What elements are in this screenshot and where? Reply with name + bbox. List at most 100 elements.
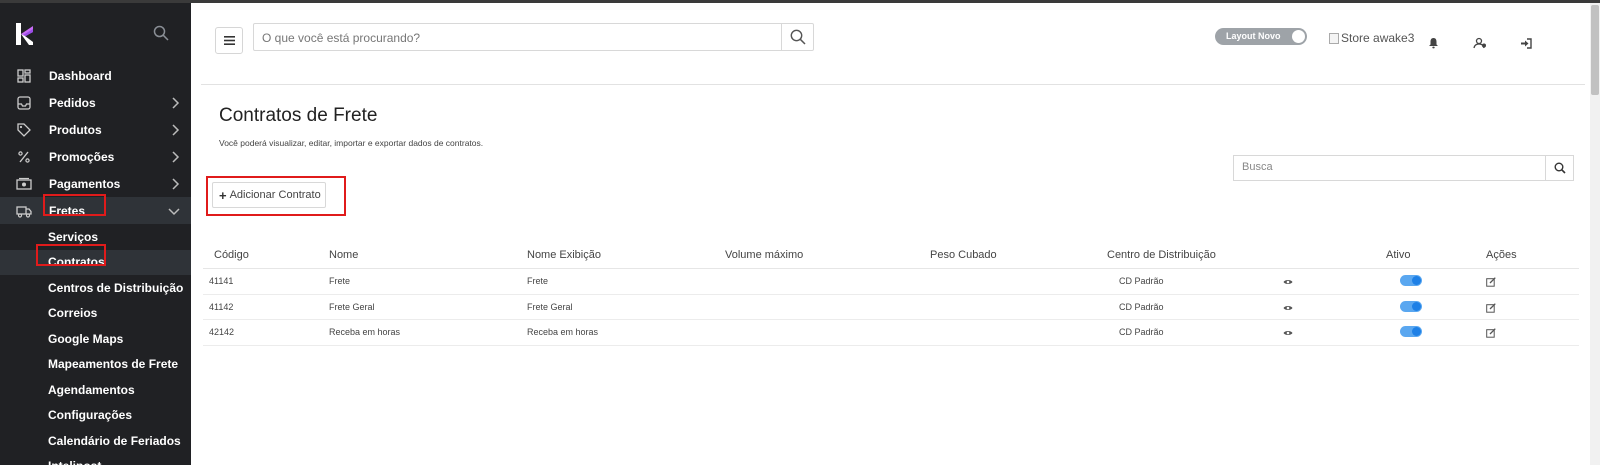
- cell-nome: Frete Geral: [329, 301, 375, 312]
- column-header-centro-distribuicao[interactable]: Centro de Distribuição: [1107, 249, 1216, 261]
- scrollbar-thumb[interactable]: [1591, 5, 1599, 95]
- sidebar-item-label: Dashboard: [49, 68, 112, 83]
- edit-icon[interactable]: [1486, 302, 1496, 313]
- sidebar-item-label: Promoções: [49, 149, 115, 164]
- column-header-peso-cubado[interactable]: Peso Cubado: [930, 249, 997, 261]
- broken-image-icon: [1329, 32, 1339, 44]
- submenu-item-intelipost[interactable]: Intelipost: [0, 454, 191, 465]
- ativo-toggle[interactable]: [1400, 300, 1422, 312]
- column-header-nome[interactable]: Nome: [329, 249, 358, 261]
- submenu-item-calendario-de-feriados[interactable]: Calendário de Feriados: [0, 428, 191, 454]
- chevron-right-icon: [172, 178, 180, 190]
- fretes-submenu: Serviços Contratos Centros de Distribuiç…: [0, 224, 191, 465]
- store-logo-image[interactable]: Store awake3: [1329, 31, 1414, 45]
- submenu-item-centros-de-distribuicao[interactable]: Centros de Distribuição: [0, 275, 191, 301]
- global-search-input[interactable]: [262, 29, 772, 47]
- cell-nome: Frete: [329, 276, 351, 286]
- submenu-item-contratos[interactable]: Contratos: [0, 249, 191, 275]
- sidebar-item-fretes[interactable]: Fretes: [0, 197, 191, 224]
- column-header-acoes: Ações: [1486, 249, 1517, 261]
- sidebar-item-label: Produtos: [49, 122, 102, 137]
- table-row: 42142 Receba em horas Receba em horas CD…: [203, 320, 1579, 346]
- add-contract-label: Adicionar Contrato: [229, 189, 321, 201]
- edit-icon[interactable]: [1486, 277, 1496, 287]
- dashboard-icon: [17, 69, 31, 83]
- cell-nome-exibicao: Frete: [527, 276, 549, 286]
- truck-icon: [16, 206, 32, 218]
- chevron-right-icon: [172, 151, 180, 163]
- percent-icon: [18, 151, 30, 163]
- plus-icon: +: [219, 187, 227, 203]
- chevron-right-icon: [172, 124, 180, 136]
- column-header-nome-exibicao[interactable]: Nome Exibição: [527, 249, 601, 261]
- hamburger-icon: [223, 36, 235, 45]
- search-icon: [1554, 162, 1566, 174]
- cell-centro: CD Padrão: [1119, 276, 1164, 286]
- sign-in-icon: [1521, 37, 1532, 49]
- add-contract-button[interactable]: + Adicionar Contrato: [212, 182, 326, 208]
- submenu-item-mapeamentos-de-frete[interactable]: Mapeamentos de Frete: [0, 352, 191, 378]
- view-eye-icon[interactable]: [1283, 329, 1293, 337]
- top-header: Layout Novo Store awake3: [191, 3, 1600, 85]
- sidebar-nav: Dashboard Pedidos Produtos Promoções Pag…: [0, 62, 191, 465]
- chevron-down-icon: [168, 208, 180, 216]
- edit-icon[interactable]: [1486, 328, 1496, 338]
- search-icon[interactable]: [153, 25, 169, 41]
- table-header-row: Código Nome Nome Exibição Volume máximo …: [203, 243, 1579, 269]
- cell-nome: Receba em horas: [329, 327, 401, 337]
- table-search-input[interactable]: [1242, 161, 1532, 173]
- cell-nome-exibicao: Frete Geral: [527, 301, 573, 312]
- toggle-knob: [1292, 30, 1305, 43]
- cell-codigo: 42142: [209, 327, 235, 337]
- sidebar-item-label: Pedidos: [49, 95, 96, 110]
- chevron-right-icon: [172, 97, 180, 109]
- submenu-item-servicos[interactable]: Serviços: [0, 224, 191, 250]
- search-icon: [790, 29, 806, 45]
- cell-centro: CD Padrão: [1119, 301, 1164, 312]
- logout-button[interactable]: [1519, 36, 1533, 50]
- stores-button[interactable]: [1473, 36, 1487, 50]
- layout-novo-label: Layout Novo: [1226, 31, 1281, 41]
- view-eye-icon[interactable]: [1283, 304, 1293, 312]
- submenu-item-correios[interactable]: Correios: [0, 301, 191, 327]
- column-header-codigo[interactable]: Código: [214, 249, 249, 261]
- contracts-table: Código Nome Nome Exibição Volume máximo …: [203, 243, 1579, 346]
- brand-logo-icon[interactable]: [15, 23, 35, 45]
- notifications-button[interactable]: [1426, 36, 1440, 50]
- submenu-item-agendamentos[interactable]: Agendamentos: [0, 377, 191, 403]
- store-switch-icon: [1473, 37, 1486, 49]
- submenu-item-configuracoes[interactable]: Configurações: [0, 403, 191, 429]
- layout-novo-toggle[interactable]: Layout Novo: [1215, 28, 1307, 45]
- inbox-icon: [17, 96, 31, 110]
- header-divider: [201, 84, 1585, 85]
- ativo-toggle[interactable]: [1400, 275, 1422, 286]
- money-icon: [16, 177, 32, 190]
- table-row: 41142 Frete Geral Frete Geral CD Padrão: [203, 295, 1579, 320]
- store-logo-alt: Store awake3: [1341, 31, 1415, 45]
- sidebar-item-label: Fretes: [49, 203, 86, 218]
- global-search-button[interactable]: [781, 24, 813, 50]
- cell-nome-exibicao: Receba em horas: [527, 327, 599, 337]
- column-header-ativo[interactable]: Ativo: [1386, 249, 1410, 261]
- global-search: [253, 23, 814, 51]
- sidebar-item-produtos[interactable]: Produtos: [0, 116, 191, 143]
- column-header-volume-maximo[interactable]: Volume máximo: [725, 249, 803, 261]
- table-search: [1233, 155, 1574, 181]
- table-search-button[interactable]: [1545, 156, 1573, 180]
- sidebar-item-promocoes[interactable]: Promoções: [0, 143, 191, 170]
- tag-icon: [17, 123, 31, 137]
- cell-codigo: 41142: [209, 301, 234, 312]
- table-row: 41141 Frete Frete CD Padrão: [203, 269, 1579, 295]
- view-eye-icon[interactable]: [1283, 278, 1293, 286]
- menu-toggle-button[interactable]: [215, 27, 243, 54]
- sidebar-item-pedidos[interactable]: Pedidos: [0, 89, 191, 116]
- sidebar-item-pagamentos[interactable]: Pagamentos: [0, 170, 191, 197]
- cell-centro: CD Padrão: [1119, 327, 1164, 337]
- ativo-toggle[interactable]: [1400, 326, 1422, 337]
- sidebar-item-dashboard[interactable]: Dashboard: [0, 62, 191, 89]
- submenu-item-google-maps[interactable]: Google Maps: [0, 326, 191, 352]
- bell-icon: [1428, 38, 1438, 49]
- page-scrollbar[interactable]: [1590, 3, 1600, 465]
- page-description: Você poderá visualizar, editar, importar…: [219, 138, 484, 148]
- cell-codigo: 41141: [209, 276, 234, 286]
